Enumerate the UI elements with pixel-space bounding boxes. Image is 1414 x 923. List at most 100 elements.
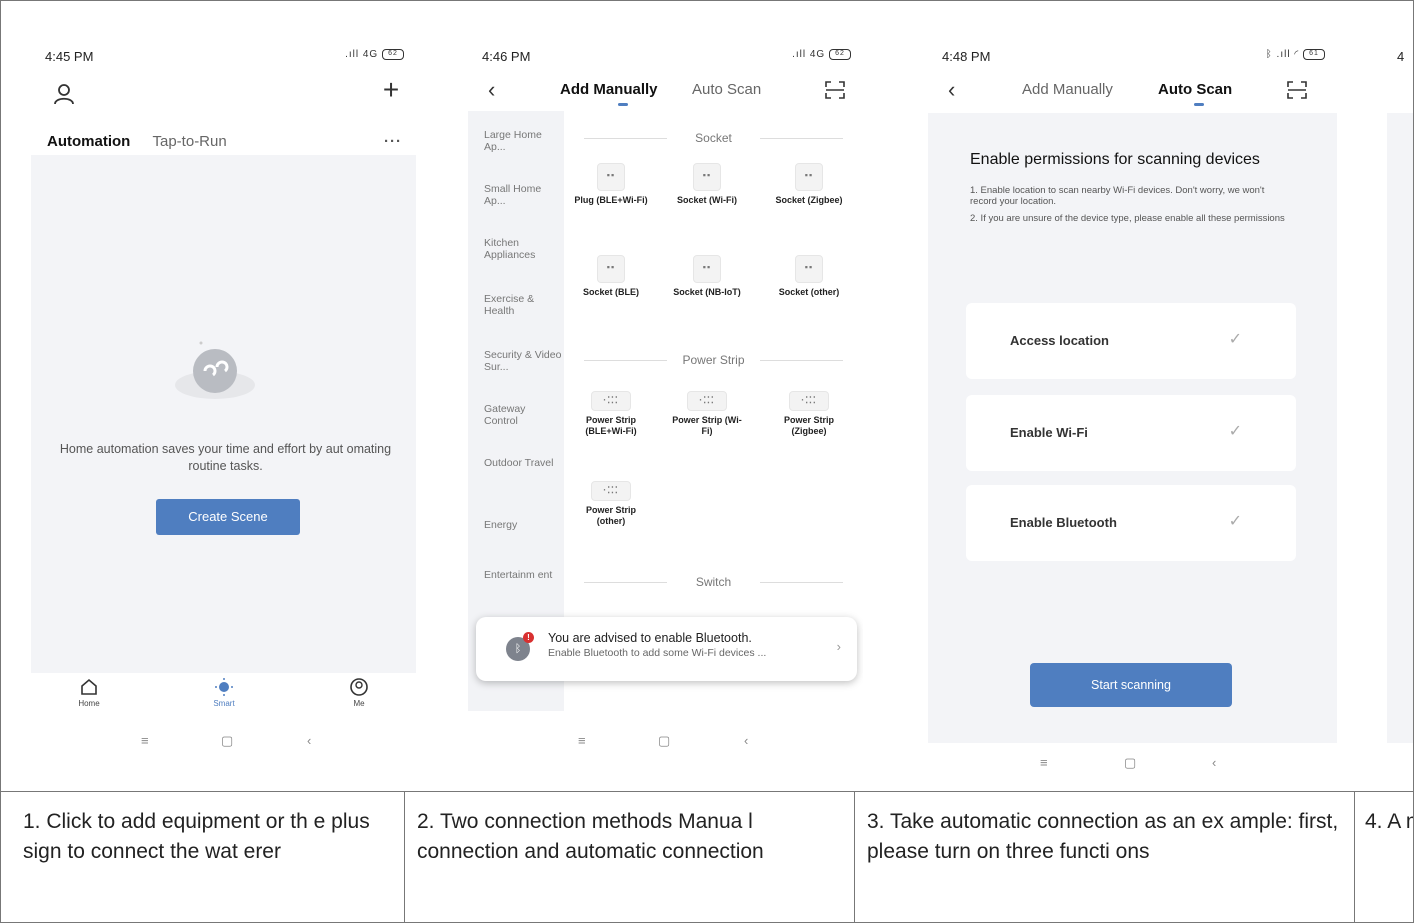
menu-icon[interactable]: ≡: [1040, 755, 1048, 770]
category-item[interactable]: Large Home Ap...: [484, 129, 562, 153]
phone-screen-auto-scan: 4:48 PM ᛒ .ıll ◜ 61 ‹ Add Manually Auto …: [928, 37, 1337, 777]
socket-icon: ▪▪: [693, 255, 721, 283]
socket-icon: ▪▪: [795, 163, 823, 191]
back-nav-icon[interactable]: ‹: [1212, 755, 1216, 770]
nav-me[interactable]: Me: [329, 677, 389, 708]
status-bar: 4:45 PM .ıll 4G 62: [45, 49, 404, 65]
home-square-icon[interactable]: ▢: [1124, 755, 1136, 771]
phone-screen-add-manually: 4:46 PM .ıll 4G 62 ‹ Add Manually Auto S…: [468, 37, 863, 777]
tab-auto-scan[interactable]: Auto Scan: [692, 81, 761, 98]
caption-step-4: 4. A mac lly c: [1365, 810, 1413, 833]
category-item[interactable]: Energy: [484, 519, 562, 531]
check-icon: ✓: [1228, 423, 1242, 440]
socket-icon: ▪▪: [597, 255, 625, 283]
back-icon[interactable]: ‹: [948, 77, 955, 103]
back-nav-icon[interactable]: ‹: [307, 733, 311, 748]
scene-content: Home automation saves your time and effo…: [31, 155, 416, 675]
socket-icon: ▪▪: [597, 163, 625, 191]
device-item[interactable]: ·⁚⁚⁚ Power Strip (Zigbee): [770, 387, 848, 437]
system-nav-bar: ≡ ▢ ‹: [928, 755, 1337, 773]
status-bar: 4:46 PM .ıll 4G 62: [482, 49, 851, 65]
category-item[interactable]: Exercise & Health: [484, 293, 562, 317]
phone-screen-cropped: 4: [1387, 37, 1413, 777]
cropped-panel: [1387, 113, 1413, 743]
permission-card-bluetooth[interactable]: Enable Bluetooth ✓: [966, 485, 1296, 561]
signal-indicator: ᛒ .ıll ◜ 61: [1266, 49, 1325, 60]
phone-screen-smart: 4:45 PM .ıll 4G 62 + Automation Tap-to-R…: [31, 37, 416, 777]
permission-card-wifi[interactable]: Enable Wi-Fi ✓: [966, 395, 1296, 471]
back-nav-icon[interactable]: ‹: [744, 733, 748, 748]
back-icon[interactable]: ‹: [488, 77, 495, 103]
scene-tabs: Automation Tap-to-Run ···: [47, 133, 402, 155]
empty-state-text: Home automation saves your time and effo…: [59, 442, 392, 473]
category-item[interactable]: Entertainm ent: [484, 569, 562, 581]
menu-icon[interactable]: ≡: [141, 733, 149, 748]
category-item[interactable]: Security & Video Sur...: [484, 349, 562, 373]
device-item[interactable]: ▪▪ Socket (other): [770, 255, 848, 298]
power-strip-icon: ·⁚⁚⁚: [591, 391, 631, 411]
category-item[interactable]: Small Home Ap...: [484, 183, 562, 207]
table-divider: [1, 791, 1413, 792]
home-square-icon[interactable]: ▢: [221, 733, 233, 749]
tutorial-frame: 4:45 PM .ıll 4G 62 + Automation Tap-to-R…: [0, 0, 1414, 923]
scan-icon[interactable]: [825, 81, 845, 99]
power-strip-icon: ·⁚⁚⁚: [687, 391, 727, 411]
alert-badge-icon: !: [523, 632, 534, 643]
home-square-icon[interactable]: ▢: [658, 733, 670, 749]
tab-add-manually[interactable]: Add Manually: [1022, 81, 1113, 98]
device-item[interactable]: ·⁚⁚⁚ Power Strip (other): [572, 477, 650, 527]
caption-step-3: 3. Take automatic connection as an ex am…: [867, 810, 1339, 863]
toast-subtitle: Enable Bluetooth to add some Wi-Fi devic…: [548, 647, 767, 659]
battery-icon: 61: [1303, 49, 1325, 60]
status-bar: 4:48 PM ᛒ .ıll ◜ 61: [942, 49, 1325, 65]
caption-step-2: 2. Two connection methods Manua l connec…: [417, 810, 764, 863]
table-divider: [1354, 791, 1355, 922]
more-icon[interactable]: ···: [384, 133, 402, 150]
tab-add-manually[interactable]: Add Manually: [560, 81, 658, 98]
caption-step-1: 1. Click to add equipment or th e plus s…: [23, 810, 370, 863]
automation-empty-icon: [175, 341, 255, 399]
device-item[interactable]: ▪▪ Plug (BLE+Wi-Fi): [572, 163, 650, 206]
battery-icon: 62: [382, 49, 404, 60]
category-item[interactable]: Outdoor Travel: [484, 457, 562, 469]
create-scene-button[interactable]: Create Scene: [156, 499, 300, 535]
add-device-header: ‹ Add Manually Auto Scan: [468, 75, 863, 107]
battery-icon: 62: [829, 49, 851, 60]
permission-card-location[interactable]: Access location ✓: [966, 303, 1296, 379]
add-plus-icon[interactable]: +: [378, 76, 404, 104]
status-time: 4: [1397, 49, 1405, 64]
active-tab-indicator: [618, 103, 628, 106]
home-icon: [81, 678, 97, 695]
device-item[interactable]: ▪▪ Socket (Zigbee): [770, 163, 848, 206]
scan-icon[interactable]: [1287, 81, 1307, 99]
socket-icon: ▪▪: [693, 163, 721, 191]
system-nav-bar: ≡ ▢ ‹: [31, 733, 416, 751]
permissions-title: Enable permissions for scanning devices: [970, 151, 1260, 168]
category-item[interactable]: Kitchen Appliances: [484, 237, 562, 261]
start-scanning-button[interactable]: Start scanning: [1030, 663, 1232, 707]
nav-home[interactable]: Home: [59, 677, 119, 708]
section-switch: Switch: [584, 575, 843, 589]
section-power-strip: Power Strip: [584, 353, 843, 367]
status-time: 4:45 PM: [45, 49, 94, 64]
permission-note: 1. Enable location to scan nearby Wi-Fi …: [970, 185, 1265, 207]
device-item[interactable]: ·⁚⁚⁚ Power Strip (Wi-Fi): [668, 387, 746, 437]
device-item[interactable]: ▪▪ Socket (BLE): [572, 255, 650, 298]
tab-tap-to-run[interactable]: Tap-to-Run: [153, 133, 227, 150]
bluetooth-toast[interactable]: ᛒ ! You are advised to enable Bluetooth.…: [476, 617, 857, 681]
table-divider: [404, 791, 405, 922]
socket-icon: ▪▪: [795, 255, 823, 283]
device-item[interactable]: ▪▪ Socket (Wi-Fi): [668, 163, 746, 206]
add-device-header: ‹ Add Manually Auto Scan: [928, 75, 1337, 107]
tab-auto-scan[interactable]: Auto Scan: [1158, 81, 1232, 98]
category-item[interactable]: Gateway Control: [484, 403, 562, 427]
status-time: 4:46 PM: [482, 49, 531, 64]
user-icon[interactable]: [51, 81, 77, 107]
active-tab-indicator: [1194, 103, 1204, 106]
profile-icon: [350, 678, 368, 696]
menu-icon[interactable]: ≡: [578, 733, 586, 748]
tab-automation[interactable]: Automation: [47, 133, 130, 150]
device-item[interactable]: ·⁚⁚⁚ Power Strip (BLE+Wi-Fi): [572, 387, 650, 437]
device-item[interactable]: ▪▪ Socket (NB-IoT): [668, 255, 746, 298]
nav-smart[interactable]: Smart: [194, 677, 254, 708]
